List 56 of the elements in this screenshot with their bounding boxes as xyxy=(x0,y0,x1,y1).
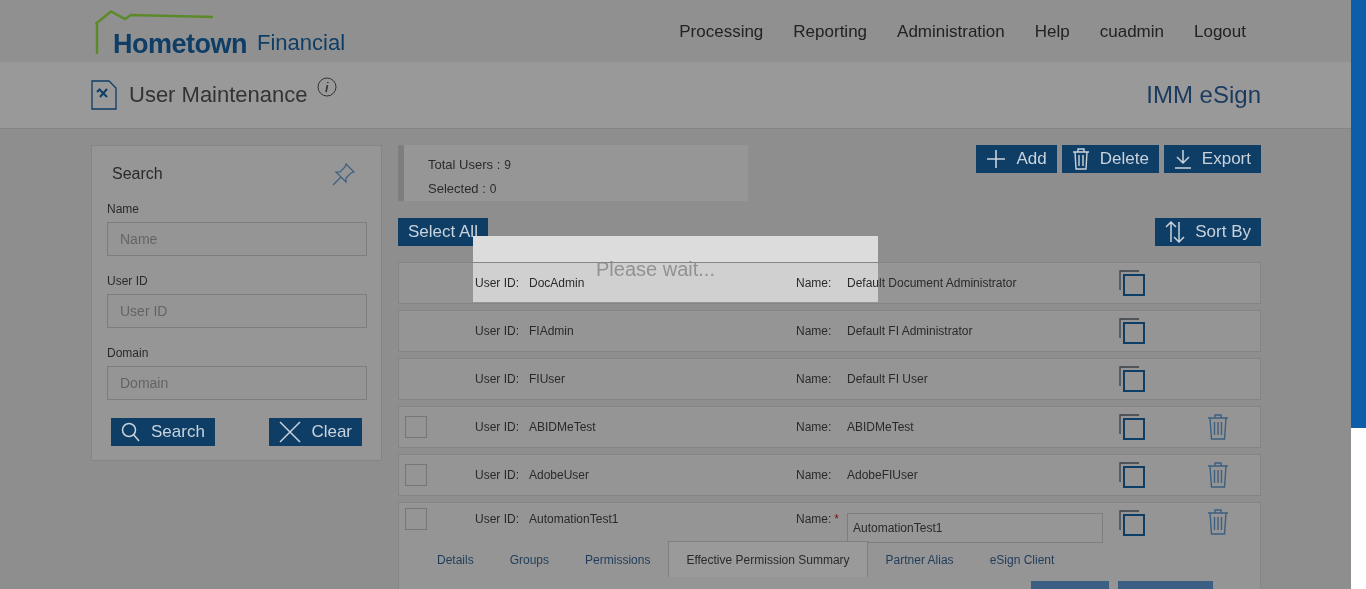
product-name: IMM eSign xyxy=(1146,81,1261,109)
tab[interactable]: Groups xyxy=(491,541,568,577)
field-label: User ID: xyxy=(475,324,520,338)
field-label: Name: xyxy=(796,324,832,338)
user-name-value: AdobeFIUser xyxy=(847,468,919,482)
field-label: User ID xyxy=(107,274,149,288)
tab[interactable]: eSign Client xyxy=(971,541,1073,577)
user-id-value: ABIDMeTest xyxy=(529,420,597,434)
field-label: User ID: xyxy=(475,372,520,386)
nav-link[interactable]: cuadmin xyxy=(1084,22,1179,42)
user-name-value: Default FI Administrator xyxy=(847,324,974,338)
tab[interactable]: Permissions xyxy=(567,541,669,577)
field-label: User ID: xyxy=(475,512,520,526)
search-button[interactable]: Search xyxy=(111,418,215,446)
tab[interactable]: Partner Alias xyxy=(867,541,972,577)
user-id-value: AdobeUser xyxy=(529,468,591,482)
field-label: Name: xyxy=(796,512,832,526)
field-label: Name: xyxy=(796,372,832,386)
field-label: Name xyxy=(107,202,140,216)
add-button[interactable]: Add xyxy=(976,145,1057,173)
field-label: User ID: xyxy=(475,420,520,434)
field-label: Domain xyxy=(107,346,150,360)
nav-link[interactable]: Reporting xyxy=(778,22,883,42)
select-all-button[interactable]: Select All xyxy=(398,218,488,246)
user-id-value: AutomationTest1 xyxy=(529,512,620,526)
logo-brand: Hometown xyxy=(113,31,247,58)
field-label: User ID: xyxy=(475,276,520,290)
panel-title: Search xyxy=(112,165,163,184)
field-label: Name: xyxy=(796,468,832,482)
user-id-value: FIAdmin xyxy=(529,324,575,338)
required-mark: * xyxy=(834,512,839,526)
field-label: User ID: xyxy=(475,468,520,482)
field-label: Name: xyxy=(796,420,832,434)
user-id-value: DocAdmin xyxy=(529,276,586,290)
logo-suffix: Financial xyxy=(257,30,346,57)
total-users-count: 9 xyxy=(504,157,511,174)
user-id-value: FIUser xyxy=(529,372,566,386)
export-button[interactable]: Export xyxy=(1163,145,1261,173)
nav-link[interactable]: Processing xyxy=(664,22,779,42)
nav-link[interactable]: Help xyxy=(1019,22,1085,42)
name-input-field[interactable]: AutomationTest1 xyxy=(847,513,1103,543)
delete-button[interactable]: Delete xyxy=(1061,145,1159,173)
sort-by-button[interactable]: Sort By xyxy=(1155,218,1261,246)
tab[interactable]: Effective Permission Summary xyxy=(668,541,868,577)
nav-link[interactable]: Administration xyxy=(882,22,1020,42)
selected-count: 0 xyxy=(489,181,497,198)
user-name-value: Default FI User xyxy=(847,372,929,386)
field-label: Name: xyxy=(796,276,832,290)
tab[interactable]: Details xyxy=(419,541,492,577)
selected-label: Selected : xyxy=(428,180,486,198)
clear-button[interactable]: Clear xyxy=(269,418,362,446)
user-name-value: Default Document Administrator xyxy=(847,276,1018,290)
nav-link[interactable]: Logout xyxy=(1179,22,1261,42)
page-title: User Maintenance xyxy=(129,82,308,108)
user-name-value: ABIDMeTest xyxy=(847,420,915,434)
total-users-label: Total Users : xyxy=(428,156,501,174)
